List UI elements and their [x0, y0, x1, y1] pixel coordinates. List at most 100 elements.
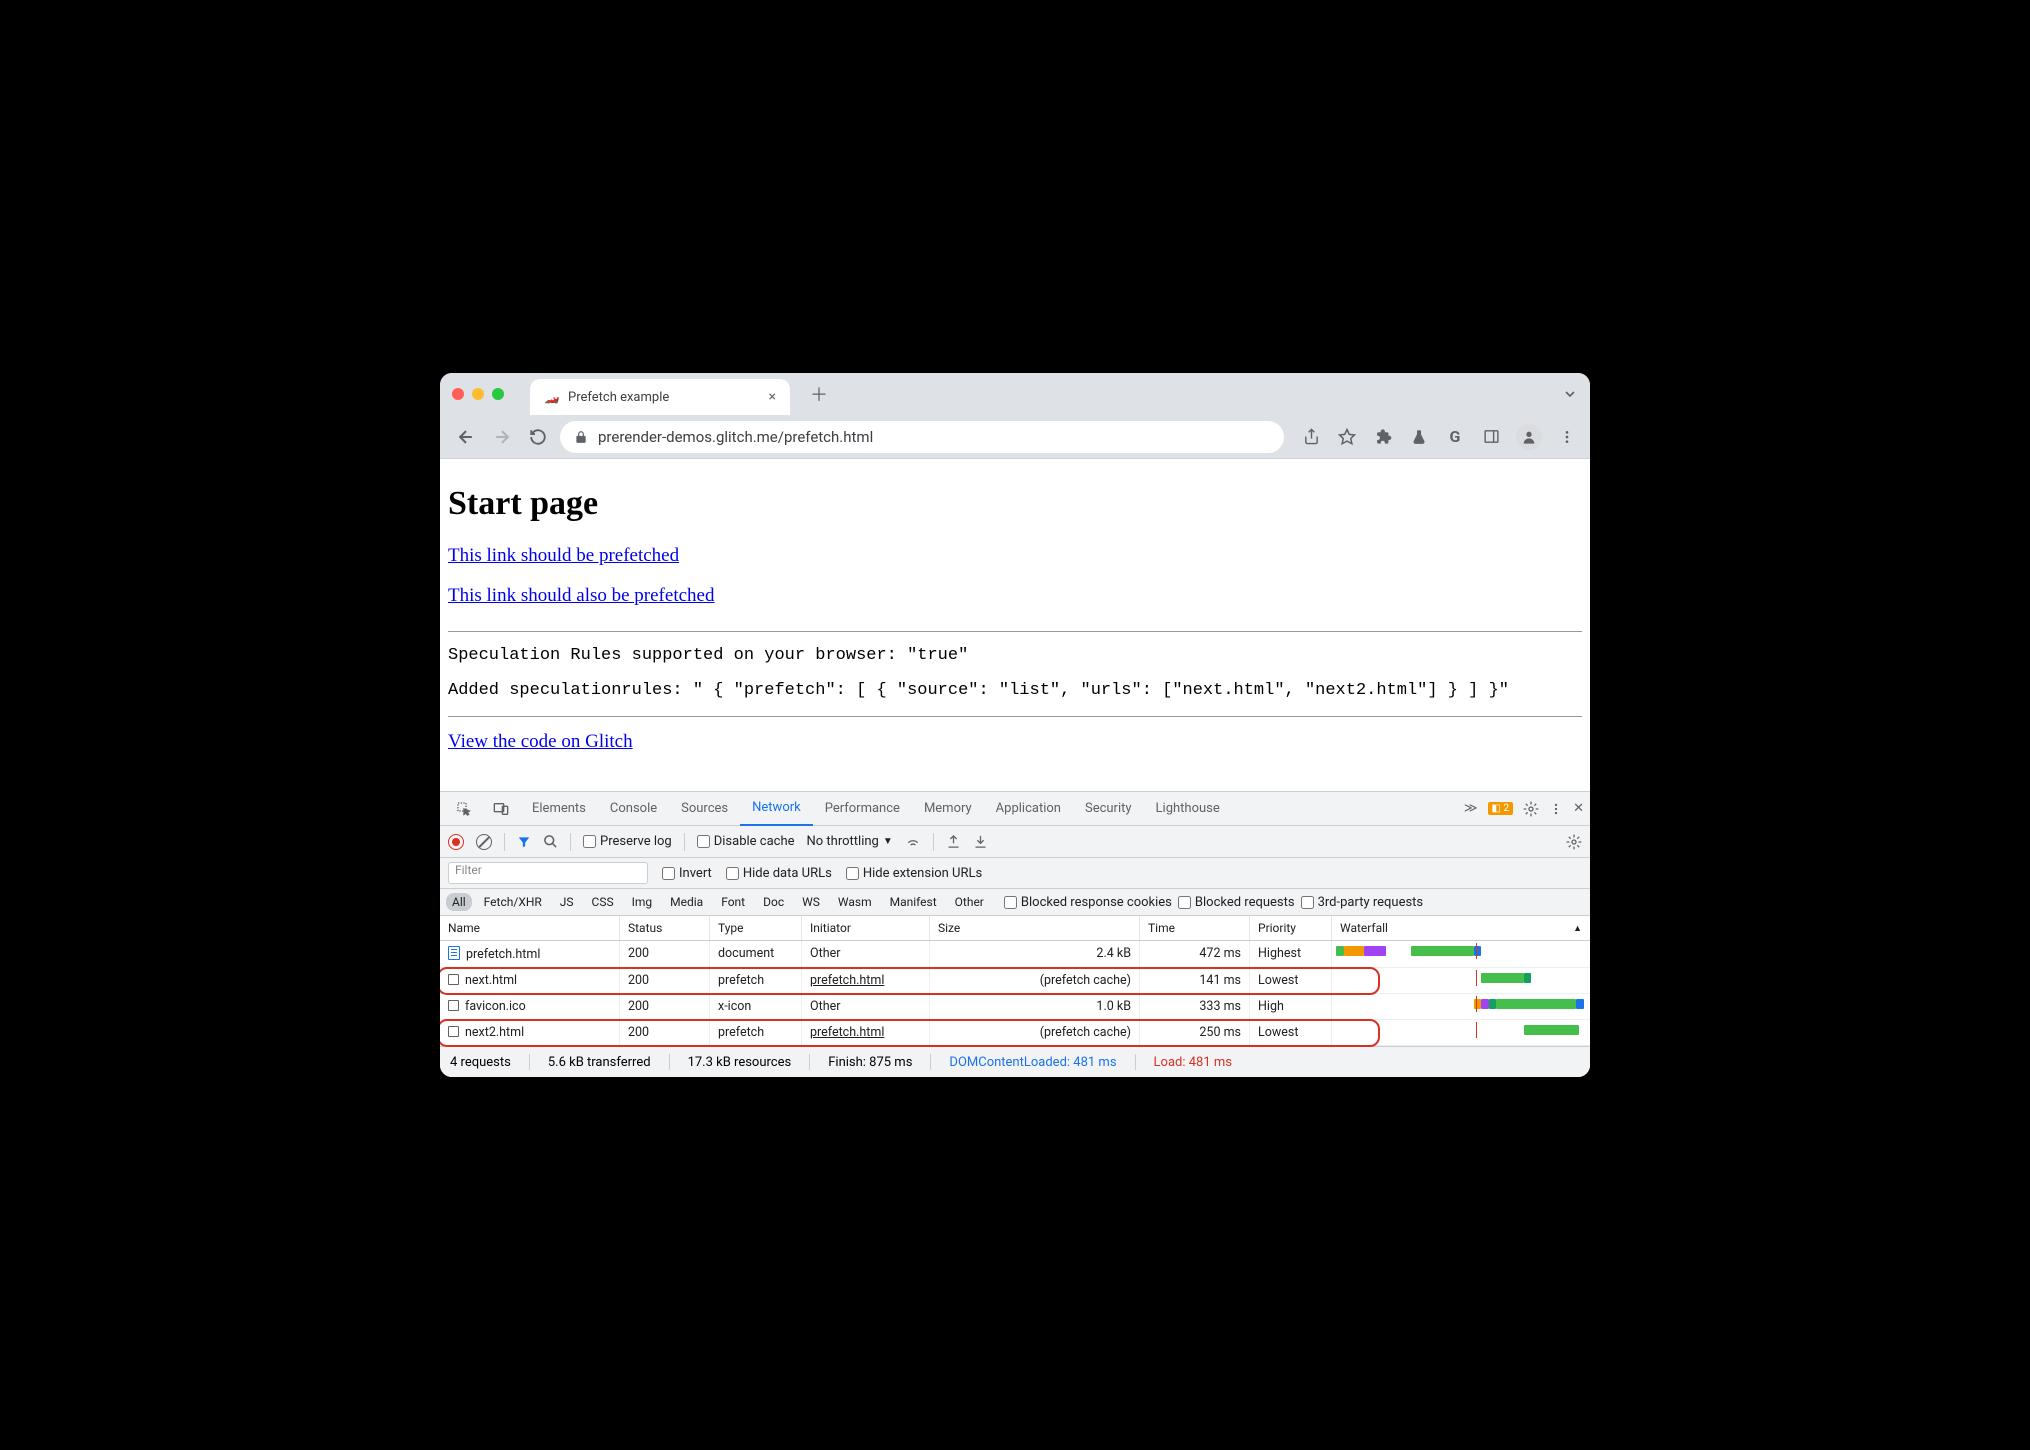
- devtools-tab-sources[interactable]: Sources: [669, 792, 740, 826]
- type-filter-doc[interactable]: Doc: [757, 893, 790, 911]
- filter-icon[interactable]: [517, 835, 531, 849]
- network-settings-icon[interactable]: [1566, 834, 1582, 850]
- dcl-time: DOMContentLoaded: 481 ms: [949, 1055, 1116, 1070]
- table-header: NameStatusTypeInitiatorSizeTimePriorityW…: [440, 916, 1590, 941]
- devtools-tabs: ElementsConsoleSourcesNetworkPerformance…: [440, 792, 1590, 826]
- glitch-link[interactable]: View the code on Glitch: [448, 731, 633, 753]
- filter-input[interactable]: Filter: [448, 862, 648, 884]
- devtools-tab-elements[interactable]: Elements: [520, 792, 598, 826]
- type-filter-other[interactable]: Other: [949, 893, 990, 911]
- download-har-icon[interactable]: [973, 834, 988, 849]
- devtools-tab-lighthouse[interactable]: Lighthouse: [1144, 792, 1232, 826]
- third-party-checkbox[interactable]: 3rd-party requests: [1301, 895, 1424, 910]
- devtools-panel: ElementsConsoleSourcesNetworkPerformance…: [440, 791, 1590, 1077]
- reload-button[interactable]: [524, 423, 552, 451]
- table-row[interactable]: favicon.ico200x-iconOther1.0 kB333 msHig…: [440, 994, 1590, 1020]
- table-row[interactable]: next2.html200prefetchprefetch.html(prefe…: [440, 1020, 1590, 1046]
- g-icon[interactable]: G: [1444, 426, 1466, 448]
- inspect-icon[interactable]: [446, 792, 482, 826]
- type-filter-img[interactable]: Img: [626, 893, 659, 911]
- page-title: Start page: [448, 485, 1582, 523]
- column-header-type[interactable]: Type: [710, 916, 802, 940]
- share-icon[interactable]: [1300, 426, 1322, 448]
- settings-icon[interactable]: [1523, 801, 1539, 817]
- tab-title: Prefetch example: [568, 390, 669, 405]
- browser-window: 🏎️ Prefetch example × ＋ prerender-demos.…: [440, 373, 1590, 1077]
- warning-badge[interactable]: ◧ 2: [1488, 802, 1514, 815]
- favicon-icon: 🏎️: [544, 389, 560, 405]
- column-header-size[interactable]: Size: [930, 916, 1140, 940]
- table-row[interactable]: next.html200prefetchprefetch.html(prefet…: [440, 968, 1590, 994]
- extensions-icon[interactable]: [1372, 426, 1394, 448]
- sidebar-icon[interactable]: [1480, 426, 1502, 448]
- devtools-tab-memory[interactable]: Memory: [912, 792, 984, 826]
- blocked-requests-checkbox[interactable]: Blocked requests: [1178, 895, 1295, 910]
- network-table: NameStatusTypeInitiatorSizeTimePriorityW…: [440, 916, 1590, 1047]
- browser-tab[interactable]: 🏎️ Prefetch example ×: [530, 379, 790, 415]
- table-row[interactable]: prefetch.html200documentOther2.4 kB472 m…: [440, 941, 1590, 968]
- column-header-waterfall[interactable]: Waterfall▲: [1332, 916, 1590, 940]
- invert-checkbox[interactable]: Invert: [662, 866, 712, 881]
- type-filter-css[interactable]: CSS: [586, 893, 620, 911]
- finish-time: Finish: 875 ms: [828, 1055, 912, 1070]
- close-tab-icon[interactable]: ×: [769, 389, 776, 405]
- column-header-status[interactable]: Status: [620, 916, 710, 940]
- column-header-initiator[interactable]: Initiator: [802, 916, 930, 940]
- star-icon[interactable]: [1336, 426, 1358, 448]
- close-window-button[interactable]: [452, 388, 464, 400]
- minimize-window-button[interactable]: [472, 388, 484, 400]
- new-tab-button[interactable]: ＋: [810, 381, 828, 407]
- type-filter-ws[interactable]: WS: [796, 893, 826, 911]
- prefetch-link-2[interactable]: This link should also be prefetched: [448, 585, 714, 607]
- hide-extension-urls-checkbox[interactable]: Hide extension URLs: [846, 866, 982, 881]
- type-filter-bar: All Fetch/XHR JS CSS Img Media Font Doc WS Wasm Ma…: [440, 889, 1590, 916]
- column-header-priority[interactable]: Priority: [1250, 916, 1332, 940]
- url-field[interactable]: prerender-demos.glitch.me/prefetch.html: [560, 421, 1284, 453]
- type-filter-js[interactable]: JS: [554, 893, 580, 911]
- column-header-name[interactable]: Name: [440, 916, 620, 940]
- more-tabs-icon[interactable]: ≫: [1464, 801, 1478, 816]
- forward-button[interactable]: [488, 423, 516, 451]
- type-filter-fetch-xhr[interactable]: Fetch/XHR: [478, 893, 548, 911]
- divider: [448, 631, 1582, 632]
- clear-button[interactable]: [476, 834, 492, 850]
- labs-icon[interactable]: [1408, 426, 1430, 448]
- network-conditions-icon[interactable]: [905, 834, 921, 850]
- tabs-overflow-icon[interactable]: [1562, 386, 1578, 402]
- transferred-size: 5.6 kB transferred: [548, 1055, 651, 1070]
- maximize-window-button[interactable]: [492, 388, 504, 400]
- type-filter-font[interactable]: Font: [715, 893, 751, 911]
- file-icon: [448, 1000, 459, 1011]
- device-icon[interactable]: [482, 792, 520, 826]
- blocked-cookies-checkbox[interactable]: Blocked response cookies: [1004, 895, 1172, 910]
- throttling-select[interactable]: No throttling ▼: [807, 834, 893, 849]
- upload-har-icon[interactable]: [946, 834, 961, 849]
- devtools-tab-console[interactable]: Console: [598, 792, 669, 826]
- filter-bar: Filter Invert Hide data URLs Hide extens…: [440, 858, 1590, 889]
- devtools-tab-performance[interactable]: Performance: [813, 792, 912, 826]
- status-bar: 4 requests 5.6 kB transferred 17.3 kB re…: [440, 1047, 1590, 1077]
- type-filter-all[interactable]: All: [446, 893, 472, 911]
- request-count: 4 requests: [450, 1055, 511, 1070]
- prefetch-link-1[interactable]: This link should be prefetched: [448, 545, 679, 567]
- close-devtools-icon[interactable]: ✕: [1573, 801, 1584, 816]
- profile-avatar[interactable]: [1516, 424, 1542, 450]
- preserve-log-checkbox[interactable]: Preserve log: [583, 834, 672, 849]
- search-icon[interactable]: [543, 834, 558, 849]
- hide-data-urls-checkbox[interactable]: Hide data URLs: [726, 866, 832, 881]
- record-button[interactable]: [448, 834, 464, 850]
- type-filter-media[interactable]: Media: [664, 893, 709, 911]
- column-header-time[interactable]: Time: [1140, 916, 1250, 940]
- file-icon: [448, 1026, 459, 1037]
- back-button[interactable]: [452, 423, 480, 451]
- lock-icon: [574, 430, 588, 444]
- menu-icon[interactable]: [1556, 426, 1578, 448]
- window-controls: [452, 388, 504, 400]
- devtools-tab-network[interactable]: Network: [740, 792, 813, 826]
- devtools-tab-security[interactable]: Security: [1073, 792, 1144, 826]
- devtools-tab-application[interactable]: Application: [984, 792, 1073, 826]
- disable-cache-checkbox[interactable]: Disable cache: [697, 834, 795, 849]
- devtools-menu-icon[interactable]: [1549, 802, 1563, 816]
- type-filter-manifest[interactable]: Manifest: [884, 893, 943, 911]
- type-filter-wasm[interactable]: Wasm: [832, 893, 878, 911]
